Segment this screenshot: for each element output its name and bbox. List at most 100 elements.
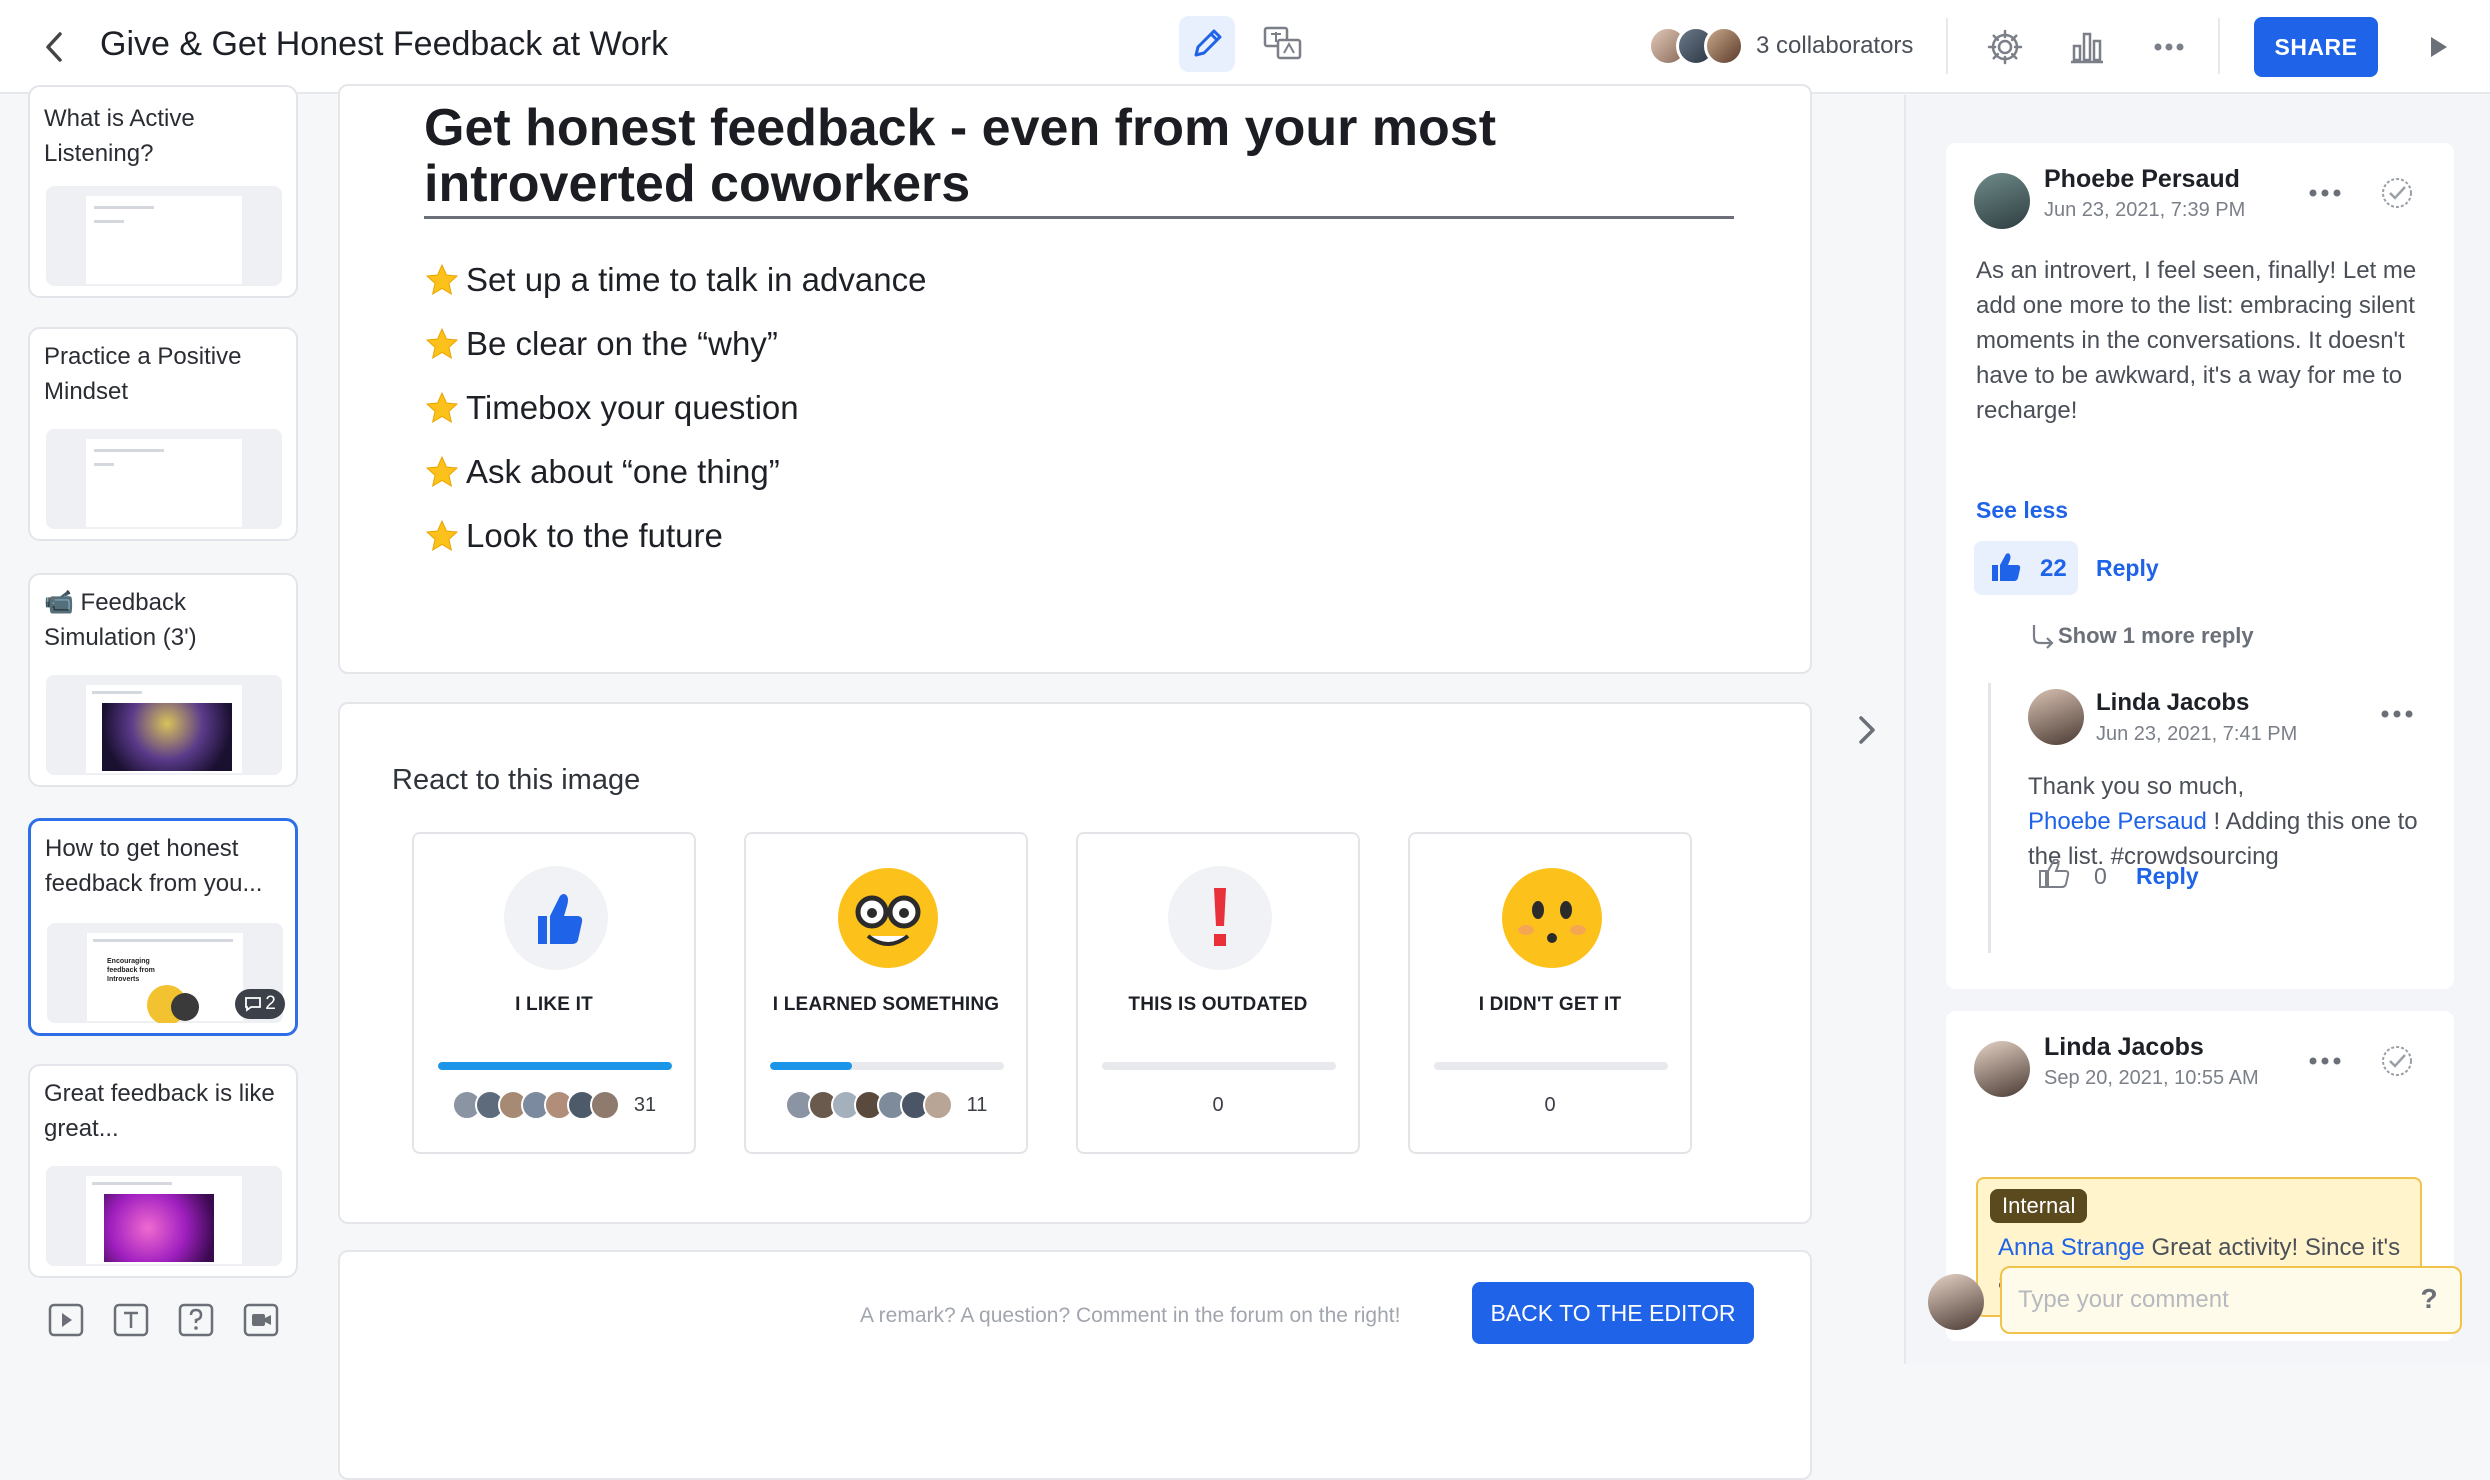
comment-author: Linda Jacobs (2096, 689, 2250, 716)
more-options-icon[interactable] (2308, 188, 2342, 198)
reaction-count: 31 (633, 1093, 657, 1116)
reaction-title: React to this image (392, 764, 641, 796)
help-icon[interactable]: ? (2414, 1284, 2444, 1314)
toolbar-divider (2218, 18, 2220, 74)
more-options-icon[interactable] (2308, 1056, 2342, 1066)
star-icon (425, 519, 459, 552)
video-slide-icon[interactable] (46, 1300, 86, 1340)
slide-card[interactable]: Great feedback is like great... (28, 1064, 298, 1278)
bullet-item: Be clear on the “why” (424, 312, 926, 376)
resolve-check-icon[interactable] (2380, 176, 2414, 210)
reply-link[interactable]: Reply (2096, 555, 2159, 582)
back-arrow-icon[interactable] (38, 28, 72, 66)
reaction-icon-bg (1500, 866, 1604, 970)
edit-mode-button[interactable] (1179, 16, 1235, 72)
back-to-editor-button[interactable]: BACK TO THE EDITOR (1472, 1282, 1754, 1344)
analytics-icon[interactable] (2066, 26, 2108, 68)
footer-panel: A remark? A question? Comment in the for… (338, 1250, 1812, 1480)
bullet-item: Ask about “one thing” (424, 440, 926, 504)
mention-link[interactable]: Anna Strange (1998, 1234, 2145, 1261)
thumbs-up-icon (1992, 553, 2021, 581)
star-icon (425, 391, 459, 424)
reaction-meta: 0 (1410, 1090, 1690, 1120)
bullet-list: Set up a time to talk in advance Be clea… (424, 248, 926, 568)
reactor-avatars[interactable] (451, 1090, 624, 1120)
reaction-progress-fill (438, 1062, 672, 1070)
confused-face-icon (1502, 868, 1602, 968)
reaction-like[interactable]: I LIKE IT 31 (412, 832, 696, 1154)
show-more-replies[interactable]: Show 1 more reply (2058, 623, 2254, 649)
record-slide-icon[interactable] (241, 1300, 281, 1340)
avatar (1974, 1041, 2030, 1097)
reaction-progress-bar (1102, 1062, 1336, 1070)
thumbs-up-icon (538, 894, 583, 944)
reaction-meta: 31 (414, 1090, 694, 1120)
reaction-progress-fill (770, 1062, 852, 1070)
comment-composer: ? (1928, 1266, 2468, 1338)
comment-author: Linda Jacobs (2044, 1033, 2204, 1061)
resolve-check-icon[interactable] (2380, 1044, 2414, 1078)
internal-badge: Internal (1990, 1189, 2088, 1223)
more-options-icon[interactable] (2380, 709, 2414, 719)
reaction-count: 0 (1212, 1093, 1224, 1116)
reaction-progress-bar (438, 1062, 672, 1070)
slide-card[interactable]: What is Active Listening? (28, 85, 298, 298)
slide-thumbnail (46, 675, 282, 775)
comment-input[interactable] (2000, 1266, 2462, 1334)
comment-date: Jun 23, 2021, 7:41 PM (2096, 723, 2298, 745)
comment-author: Phoebe Persaud (2044, 165, 2240, 193)
comment-body: As an introvert, I feel seen, finally! L… (1976, 257, 2417, 424)
top-bar: Give & Get Honest Feedback at Work 3 col… (0, 0, 2490, 94)
reaction-learned[interactable]: I LEARNED SOMETHING 11 (744, 832, 1028, 1154)
reply-link[interactable]: Reply (2136, 863, 2199, 890)
reaction-count: 0 (1544, 1093, 1556, 1116)
like-button[interactable]: 22 (1974, 541, 2078, 595)
reactor-avatars[interactable] (784, 1090, 957, 1120)
comments-panel: Phoebe Persaud Jun 23, 2021, 7:39 PM As … (1904, 95, 2490, 1364)
reaction-label: THIS IS OUTDATED (1128, 994, 1308, 1015)
like-count: 0 (2094, 863, 2107, 889)
pencil-icon (1194, 29, 1222, 57)
slide-type-toolbar (36, 1300, 296, 1344)
share-button[interactable]: SHARE (2254, 17, 2378, 77)
thread-line (1988, 683, 1991, 953)
quiz-slide-icon[interactable] (176, 1300, 216, 1340)
more-options-icon[interactable] (2148, 26, 2190, 68)
mention-link[interactable]: Phoebe Persaud (2028, 808, 2207, 835)
star-icon (425, 327, 459, 360)
reaction-label: I DIDN'T GET IT (1478, 994, 1622, 1015)
chevron-right-icon[interactable] (1852, 712, 1882, 748)
text-slide-icon[interactable] (111, 1300, 151, 1340)
gear-icon[interactable] (1984, 26, 2026, 68)
slide-card[interactable]: Practice a Positive Mindset (28, 327, 298, 541)
comment-date: Jun 23, 2021, 7:39 PM (2044, 199, 2246, 221)
slide-heading: Get honest feedback - even from your mos… (424, 99, 1497, 213)
reaction-outdated[interactable]: THIS IS OUTDATED 0 (1076, 832, 1360, 1154)
reaction-label: I LEARNED SOMETHING (772, 994, 1000, 1015)
see-less-link[interactable]: See less (1976, 497, 2068, 524)
collaborator-avatars[interactable] (1648, 26, 1746, 68)
thumbs-up-outline-icon[interactable] (2038, 859, 2070, 889)
slide-card[interactable]: 📹 Feedback Simulation (3') (28, 573, 298, 787)
slide-card-active[interactable]: How to get honest feedback from you... E… (28, 818, 298, 1036)
slide-title: 📹 Feedback Simulation (3') (44, 589, 197, 651)
reply-arrow-icon (2032, 625, 2054, 649)
comment-count-badge: 2 (235, 989, 285, 1019)
remark-hint: A remark? A question? Comment in the for… (860, 1304, 1401, 1327)
like-count: 22 (2040, 555, 2067, 582)
reaction-didnt-get[interactable]: I DIDN'T GET IT 0 (1408, 832, 1692, 1154)
slide-sidebar: What is Active Listening? Practice a Pos… (0, 85, 330, 1364)
slide-thumbnail (46, 1166, 282, 1266)
collaborators-count[interactable]: 3 collaborators (1756, 32, 1913, 60)
translate-icon[interactable] (1262, 22, 1304, 66)
reaction-meta: 11 (746, 1090, 1026, 1120)
avatar (1704, 26, 1744, 66)
star-icon (425, 263, 459, 296)
reaction-progress-bar (1434, 1062, 1668, 1070)
avatar (1928, 1274, 1984, 1330)
star-icon (425, 455, 459, 488)
bullet-item: Look to the future (424, 504, 926, 568)
reaction-icon-bg (504, 866, 608, 970)
slide-title: Practice a Positive Mindset (44, 343, 242, 405)
play-icon[interactable] (2418, 27, 2458, 67)
